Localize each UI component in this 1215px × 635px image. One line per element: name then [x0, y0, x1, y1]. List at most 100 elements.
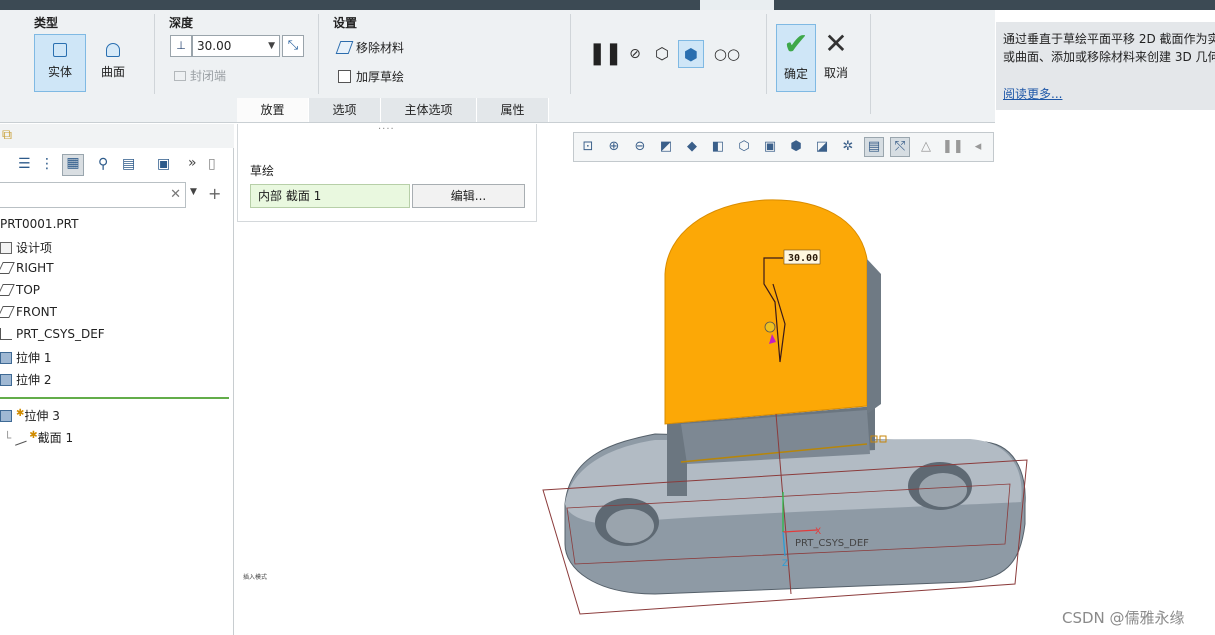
closed-end-option: 封闭端: [174, 67, 226, 84]
no-preview-icon[interactable]: ⊘: [626, 40, 644, 68]
close-icon: ✕: [824, 27, 848, 60]
attached-preview-icon[interactable]: ⬡: [650, 40, 674, 68]
reorient-icon[interactable]: ◆: [682, 137, 702, 157]
search-input[interactable]: ✕: [0, 182, 186, 208]
zoom-in-icon[interactable]: ⊕: [604, 137, 624, 157]
tree-item-label: 设计项: [16, 241, 53, 255]
tree-item-label: PRT0001.PRT: [0, 217, 79, 231]
filter-icon[interactable]: ⚲: [98, 156, 108, 172]
tab-body-options[interactable]: 主体选项: [381, 98, 477, 122]
tree-item-front[interactable]: FRONT: [0, 305, 57, 319]
tree-item-extrude-3[interactable]: ✱拉伸 3: [0, 407, 60, 424]
checkbox-icon: [338, 70, 351, 83]
depth-group-title: 深度: [169, 16, 194, 30]
ok-label: 确定: [783, 67, 808, 81]
tree-item-top[interactable]: TOP: [0, 283, 40, 297]
datum-plane-icon: [0, 306, 15, 318]
warning-icon[interactable]: △: [916, 137, 936, 157]
closed-end-label: 封闭端: [190, 69, 227, 83]
tree-item-part[interactable]: PRT0001.PRT: [0, 217, 78, 231]
panel-grip[interactable]: ····: [378, 124, 395, 135]
edit-sketch-button[interactable]: 编辑...: [412, 184, 525, 208]
extrude-preview[interactable]: [664, 199, 868, 425]
saved-views-icon[interactable]: ⬡: [734, 137, 754, 157]
tree-item-section-1[interactable]: └ ✱截面 1: [4, 429, 73, 446]
model-tree-header: ⧉: [0, 124, 234, 148]
remove-material-label: 移除材料: [356, 41, 405, 55]
tree-item-csys[interactable]: PRT_CSYS_DEF: [0, 327, 105, 341]
divider: [766, 14, 767, 94]
view-manager-icon[interactable]: ⬢: [786, 137, 806, 157]
more-icon[interactable]: »: [188, 155, 197, 171]
tree-list-icon[interactable]: ☰: [18, 156, 31, 172]
chevron-down-icon[interactable]: ▼: [190, 187, 197, 197]
tree-item-design-items[interactable]: 设计项: [0, 239, 52, 256]
flip-direction-icon[interactable]: ⤡: [282, 35, 304, 57]
cancel-label: 取消: [823, 66, 848, 80]
help-text-line-2: 或曲面、添加或移除材料来创建 3D 几何: [1003, 50, 1215, 64]
help-text-line-1: 通过垂直于草绘平面平移 2D 截面作为实: [1003, 32, 1215, 46]
dimension-value[interactable]: 30.00: [788, 253, 818, 264]
thicken-sketch-checkbox[interactable]: 加厚草绘: [338, 68, 404, 85]
depth-value: 30.00: [197, 39, 232, 53]
closed-end-icon: [174, 71, 186, 81]
verify-glasses-icon[interactable]: ○○: [712, 40, 742, 68]
read-more-link[interactable]: 阅读更多...: [1003, 85, 1062, 103]
insert-mode-label: 插入模式: [243, 574, 268, 581]
tab-properties[interactable]: 属性: [477, 98, 549, 122]
add-icon[interactable]: +: [208, 184, 221, 203]
annotation-display-icon[interactable]: ▤: [864, 137, 884, 157]
graphics-toolbar: ⊡ ⊕ ⊖ ◩ ◆ ◧ ⬡ ▣ ⬢ ◪ ✲ ▤ ⤲ △ ❚❚ ◂: [573, 132, 994, 162]
datum-display-icon[interactable]: ✲: [838, 137, 858, 157]
ok-button[interactable]: ✔ 确定: [776, 24, 816, 92]
chevron-down-icon[interactable]: ▼: [268, 36, 275, 56]
tree-item-right[interactable]: RIGHT: [0, 261, 54, 275]
extrude-preview-side[interactable]: [867, 259, 881, 414]
insert-here-line[interactable]: [0, 397, 229, 399]
tree-columns-icon[interactable]: ⋮: [40, 156, 54, 172]
surface-label: 曲面: [100, 65, 125, 79]
tree-item-label: 截面 1: [37, 431, 74, 445]
section-icon[interactable]: ◪: [812, 137, 832, 157]
spin-center-icon[interactable]: ⤲: [890, 137, 910, 157]
extrude-icon: [0, 374, 12, 386]
solid-label: 实体: [47, 65, 72, 79]
tab-placement[interactable]: 放置: [237, 98, 309, 122]
refit-icon[interactable]: ⊡: [578, 137, 598, 157]
checkmark-icon: ✔: [783, 27, 809, 62]
depth-input[interactable]: 30.00 ▼: [192, 35, 280, 57]
divider: [570, 14, 571, 94]
surface-button[interactable]: 曲面: [87, 34, 139, 92]
thicken-sketch-label: 加厚草绘: [356, 70, 405, 84]
perspective-icon[interactable]: ▣: [760, 137, 780, 157]
cancel-button[interactable]: ✕ 取消: [818, 24, 854, 92]
tree-item-extrude-1[interactable]: 拉伸 1: [0, 349, 51, 366]
sketch-collector[interactable]: 内部 截面 1: [250, 184, 410, 208]
active-menu-tab[interactable]: [700, 0, 774, 10]
pause-icon[interactable]: ❚❚: [942, 137, 964, 157]
help-panel: 通过垂直于草绘平面平移 2D 截面作为实 或曲面、添加或移除材料来创建 3D 几…: [996, 22, 1215, 110]
show-icon[interactable]: ▣: [157, 156, 170, 172]
tab-options[interactable]: 选项: [309, 98, 381, 122]
zoom-out-icon[interactable]: ⊖: [630, 137, 650, 157]
tree-settings-icon[interactable]: ▤: [122, 156, 135, 172]
remove-material-icon: [335, 41, 354, 54]
tree-item-label: FRONT: [16, 305, 57, 319]
folder-icon[interactable]: ⧉: [2, 127, 12, 143]
drag-handle[interactable]: [764, 321, 776, 333]
document-icon[interactable]: ▯: [208, 156, 216, 172]
tree-item-label: 拉伸 1: [16, 351, 52, 365]
solid-button[interactable]: 实体: [34, 34, 86, 92]
tree-item-label: RIGHT: [16, 261, 54, 275]
clear-search-icon[interactable]: ✕: [170, 187, 181, 202]
back-icon[interactable]: ◂: [968, 137, 988, 157]
feature-preview-icon[interactable]: ⬢: [678, 40, 704, 68]
layer-tree-icon[interactable]: ▦: [62, 154, 84, 176]
display-style-icon[interactable]: ◧: [708, 137, 728, 157]
repaint-icon[interactable]: ◩: [656, 137, 676, 157]
pause-button[interactable]: ❚❚: [588, 40, 623, 68]
blind-depth-icon[interactable]: ⊥: [170, 35, 192, 57]
tree-item-extrude-2[interactable]: 拉伸 2: [0, 371, 51, 388]
datum-plane-icon: [0, 262, 15, 274]
remove-material-toggle[interactable]: 移除材料: [335, 39, 405, 56]
